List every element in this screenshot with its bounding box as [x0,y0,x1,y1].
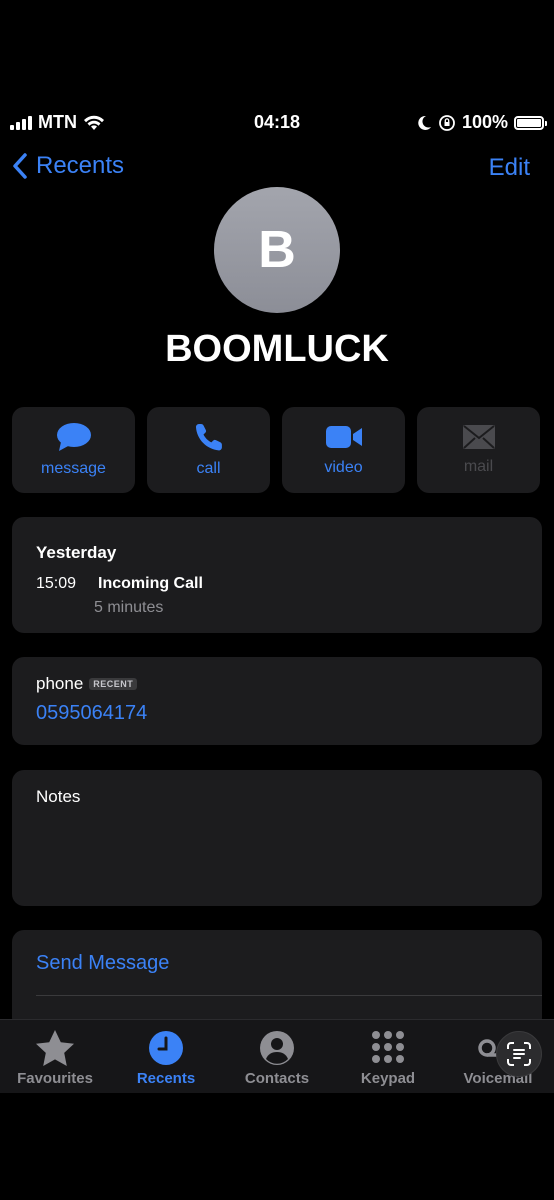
tab-keypad[interactable]: Keypad [333,1030,443,1087]
message-bubble-icon [56,423,91,451]
notes-field[interactable]: Notes [12,770,542,906]
tab-recents-label: Recents [136,1070,196,1087]
tab-bar: Favourites Recents Contacts Keypad Voice… [0,1019,554,1093]
avatar-initial: B [258,221,296,279]
send-message-button[interactable]: Send Message [36,952,169,974]
video-camera-icon [325,426,362,448]
video-label: video [324,459,363,476]
star-icon [36,1030,74,1066]
edit-button[interactable]: Edit [489,154,530,182]
mail-label: mail [463,458,494,475]
message-button[interactable]: message [12,407,135,493]
back-button[interactable]: Recents [12,152,124,180]
separator [36,995,542,996]
orientation-lock-icon [439,114,455,131]
navigation-bar: Recents Edit [0,150,554,190]
call-label: call [196,460,221,477]
back-label: Recents [36,152,125,179]
text-scan-icon [507,1042,531,1066]
person-icon [260,1031,294,1065]
phone-number[interactable]: 0595064174 [36,702,518,725]
call-type: Incoming Call [98,575,203,592]
call-duration: 5 minutes [94,599,164,616]
tab-keypad-label: Keypad [360,1070,416,1087]
tab-contacts-label: Contacts [244,1070,310,1087]
tab-recents[interactable]: Recents [111,1030,221,1087]
action-buttons: message call video mail [12,407,542,493]
status-bar: MTN 04:18 100% [0,108,554,138]
send-message-card: Send Message [12,930,542,1030]
tab-contacts[interactable]: Contacts [222,1030,332,1087]
call-day: Yesterday [36,543,117,562]
contact-avatar: B [214,187,340,313]
chevron-left-icon [13,153,27,179]
envelope-icon [462,425,495,449]
moon-icon [418,115,431,130]
mail-button[interactable]: mail [417,407,540,493]
message-label: message [41,460,106,477]
phone-label: phone [36,674,84,693]
battery-icon [514,115,547,130]
floating-scan-button[interactable] [496,1031,542,1077]
call-history-card: Yesterday 15:09 Incoming Call 5 minutes [12,517,542,633]
tab-favourites-label: Favourites [17,1070,93,1087]
phone-card: phone RECENT 0595064174 [12,657,542,745]
call-time: 15:09 [36,575,77,592]
battery-percent: 100% [461,112,508,132]
video-button[interactable]: video [282,407,405,493]
keypad-icon [372,1031,404,1063]
contact-name: BOOMLUCK [165,328,389,370]
recent-badge: RECENT [89,678,138,690]
phone-icon [195,424,222,451]
clock-icon [149,1031,183,1065]
call-button[interactable]: call [147,407,270,493]
notes-label: Notes [36,787,81,806]
tab-favourites[interactable]: Favourites [0,1030,110,1087]
